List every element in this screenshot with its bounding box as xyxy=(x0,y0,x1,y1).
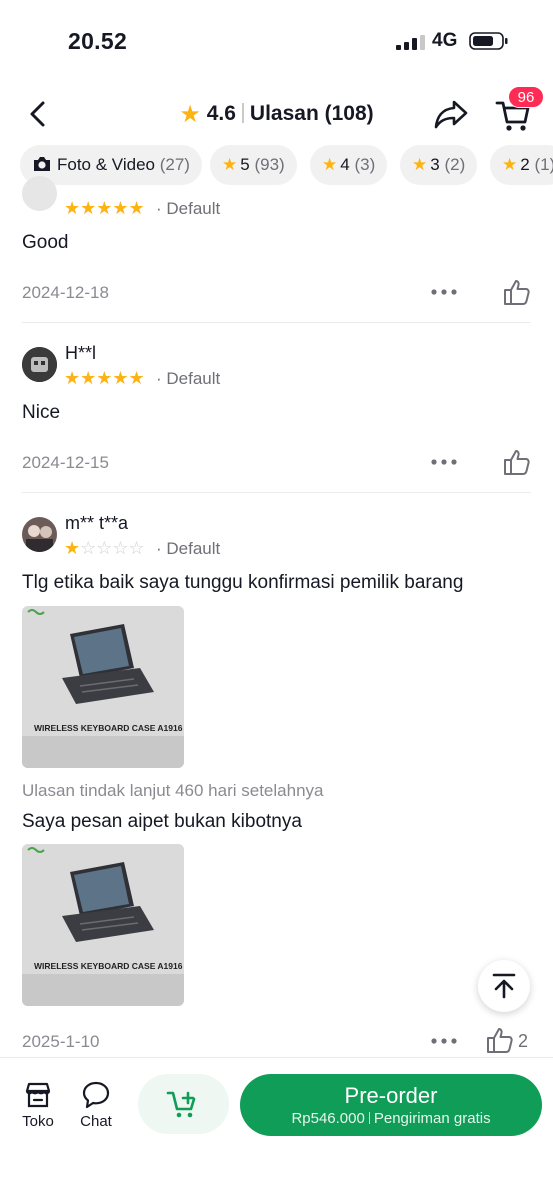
filter-chip-2-star[interactable]: ★2 (1) xyxy=(490,145,553,185)
review-variant: · Default xyxy=(156,369,221,388)
filter-chip-count: (27) xyxy=(159,155,190,174)
filter-chip-3-star[interactable]: ★ 3 (2) xyxy=(400,145,478,185)
shop-button[interactable]: Toko xyxy=(14,1078,62,1134)
like-count: 2 xyxy=(518,1031,529,1051)
cart-badge: 96 xyxy=(508,86,544,108)
header: ★ 4.6 Ulasan (108) xyxy=(0,86,553,142)
filter-chip-count: (3) xyxy=(354,155,376,174)
review-text: Tlg etika baik saya tunggu konfirmasi pe… xyxy=(22,572,464,593)
followup-label: Ulasan tindak lanjut 460 hari setelahnya xyxy=(22,781,324,800)
review-item: ★★★★★ · Default Good 2024-12-18 xyxy=(0,176,553,323)
preorder-subtitle: Rp546.000 Pengiriman gratis xyxy=(240,1110,542,1127)
page-title: ★ 4.6 Ulasan (108) xyxy=(0,100,553,129)
preorder-button[interactable]: Pre-order Rp546.000 Pengiriman gratis xyxy=(240,1074,542,1136)
status-time: 20.52 xyxy=(68,28,128,54)
review-text: Good xyxy=(22,232,69,253)
battery-icon xyxy=(469,32,508,50)
filter-chip-count: (2) xyxy=(444,155,466,174)
filter-chip-label: Foto & Video xyxy=(57,155,155,174)
review-variant: · Default xyxy=(156,199,221,218)
shop-label: Toko xyxy=(22,1113,54,1130)
add-cart-icon xyxy=(166,1091,196,1118)
shop-icon xyxy=(25,1082,51,1108)
thumbs-up-icon[interactable] xyxy=(502,447,532,477)
more-options-icon[interactable] xyxy=(430,1036,458,1046)
filter-chip-label: 4 xyxy=(340,155,350,174)
chat-button[interactable]: Chat xyxy=(72,1078,120,1134)
preorder-label: Pre-order xyxy=(344,1083,438,1108)
review-item: H**l ★★★★★ · Default Nice 2024-12-15 xyxy=(0,323,553,493)
more-options-icon[interactable] xyxy=(430,457,458,467)
review-variant: · Default xyxy=(156,539,221,558)
thumbs-up-icon[interactable] xyxy=(485,1025,515,1055)
review-date: 2025-1-10 xyxy=(22,1032,100,1051)
star-icon: ★ xyxy=(179,101,201,128)
star-icon: ★ xyxy=(412,155,428,174)
star-rating: ★★★★★ xyxy=(64,368,145,388)
avatar-image xyxy=(22,347,57,382)
variant-label: Default xyxy=(166,369,221,388)
review-date: 2024-12-15 xyxy=(22,453,109,472)
more-options-icon[interactable] xyxy=(430,287,458,297)
reviews-title: Ulasan (108) xyxy=(249,102,374,125)
share-icon[interactable] xyxy=(433,97,469,131)
review-username: m** t**a xyxy=(65,513,129,533)
star-icon: ★ xyxy=(322,155,338,174)
signal-icon xyxy=(396,35,425,50)
followup-text: Saya pesan aipet bukan kibotnya xyxy=(22,811,302,832)
arrow-up-icon xyxy=(492,973,516,999)
filter-chip-count: (1) xyxy=(534,155,553,174)
product-photo-image: WIRELESS KEYBOARD CASE A1916 xyxy=(22,844,184,1006)
review-username: H**l xyxy=(65,343,97,363)
variant-label: Default xyxy=(166,539,221,558)
price: Rp546.000 xyxy=(291,1110,365,1127)
filter-chip-label: 5 xyxy=(240,155,250,174)
variant-label: Default xyxy=(166,199,221,218)
filter-chip-label: 2 xyxy=(520,155,530,174)
review-item: m** t**a ★☆☆☆☆ · Default Tlg etika baik … xyxy=(0,493,553,1057)
thumbs-up-icon[interactable] xyxy=(502,277,532,307)
product-photo-image: WIRELESS KEYBOARD CASE A1916 xyxy=(22,606,184,768)
scroll-to-top-button[interactable] xyxy=(478,960,530,1012)
avatar xyxy=(22,517,57,552)
star-icon: ★ xyxy=(502,155,518,174)
star-rating: ★★★★★ xyxy=(64,198,145,218)
filter-chip-count: (93) xyxy=(254,155,285,174)
review-photo[interactable]: WIRELESS KEYBOARD CASE A1916 xyxy=(22,606,184,768)
photo-caption: WIRELESS KEYBOARD CASE A1916 xyxy=(34,723,183,733)
avatar xyxy=(22,347,57,382)
bottom-action-bar: Toko Chat Pre-order Rp546.000 Pengiriman … xyxy=(0,1057,553,1200)
review-text: Nice xyxy=(22,402,61,423)
review-date: 2024-12-18 xyxy=(22,283,109,302)
shipping-info: Pengiriman gratis xyxy=(373,1110,491,1127)
chat-icon xyxy=(82,1081,110,1109)
star-rating: ★☆☆☆☆ xyxy=(64,538,145,558)
followup-photo[interactable]: WIRELESS KEYBOARD CASE A1916 xyxy=(22,844,184,1006)
status-bar: 20.52 4G xyxy=(0,0,553,80)
rating-value: 4.6 xyxy=(206,102,236,125)
filter-row: Foto & Video (27) ★ 5 (93) ★ 4 (3) ★ 3 (2) … xyxy=(0,145,553,187)
avatar xyxy=(22,176,57,211)
add-to-cart-button[interactable] xyxy=(138,1074,229,1134)
avatar-image xyxy=(22,517,57,552)
star-icon: ★ xyxy=(222,155,238,174)
filter-chip-5-star[interactable]: ★ 5 (93) xyxy=(210,145,297,185)
filter-chip-label: 3 xyxy=(430,155,440,174)
photo-caption: WIRELESS KEYBOARD CASE A1916 xyxy=(34,961,183,971)
camera-icon xyxy=(34,157,50,171)
chat-label: Chat xyxy=(80,1113,112,1130)
network-type: 4G xyxy=(432,30,458,51)
title-divider xyxy=(241,103,244,123)
subtitle-divider xyxy=(368,1112,370,1124)
filter-chip-4-star[interactable]: ★ 4 (3) xyxy=(310,145,388,185)
